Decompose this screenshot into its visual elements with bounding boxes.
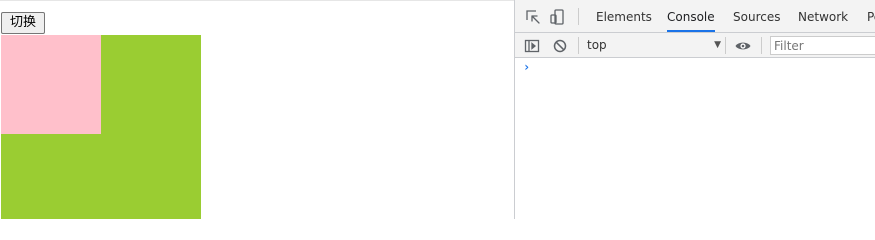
- page-viewport: 切换: [0, 0, 514, 219]
- viewport-top-border: [0, 0, 514, 1]
- toggle-button[interactable]: 切换: [1, 12, 45, 34]
- pink-box: [1, 35, 101, 134]
- chevron-down-icon: ▼: [714, 40, 721, 50]
- device-toolbar-icon[interactable]: [549, 8, 567, 26]
- tab-console[interactable]: Console: [667, 0, 715, 32]
- toolbar-divider: [578, 8, 579, 25]
- toolbar-divider: [725, 37, 726, 54]
- tab-network[interactable]: Network: [798, 0, 848, 32]
- screen: 切换 Elements Console Sources Network P to…: [0, 0, 875, 219]
- tab-elements[interactable]: Elements: [596, 0, 652, 32]
- clear-console-icon[interactable]: [551, 37, 569, 55]
- show-sidebar-icon[interactable]: [523, 37, 541, 55]
- toolbar-divider: [578, 37, 579, 54]
- context-select-value: top: [587, 38, 607, 52]
- console-prompt-chevron-icon: ›: [523, 60, 531, 74]
- tab-performance[interactable]: Pe: [867, 0, 875, 32]
- tab-sources[interactable]: Sources: [733, 0, 780, 32]
- live-expression-eye-icon[interactable]: [734, 37, 752, 55]
- console-output[interactable]: ›: [515, 58, 875, 219]
- context-select[interactable]: top ▼: [587, 37, 721, 54]
- devtools-panel: Elements Console Sources Network Pe: [514, 0, 875, 219]
- inspect-element-icon[interactable]: [524, 8, 542, 26]
- toolbar-divider: [761, 37, 762, 54]
- devtools-tab-bar: Elements Console Sources Network Pe: [515, 0, 875, 33]
- console-toolbar: top ▼: [515, 33, 875, 58]
- filter-input[interactable]: [770, 36, 875, 55]
